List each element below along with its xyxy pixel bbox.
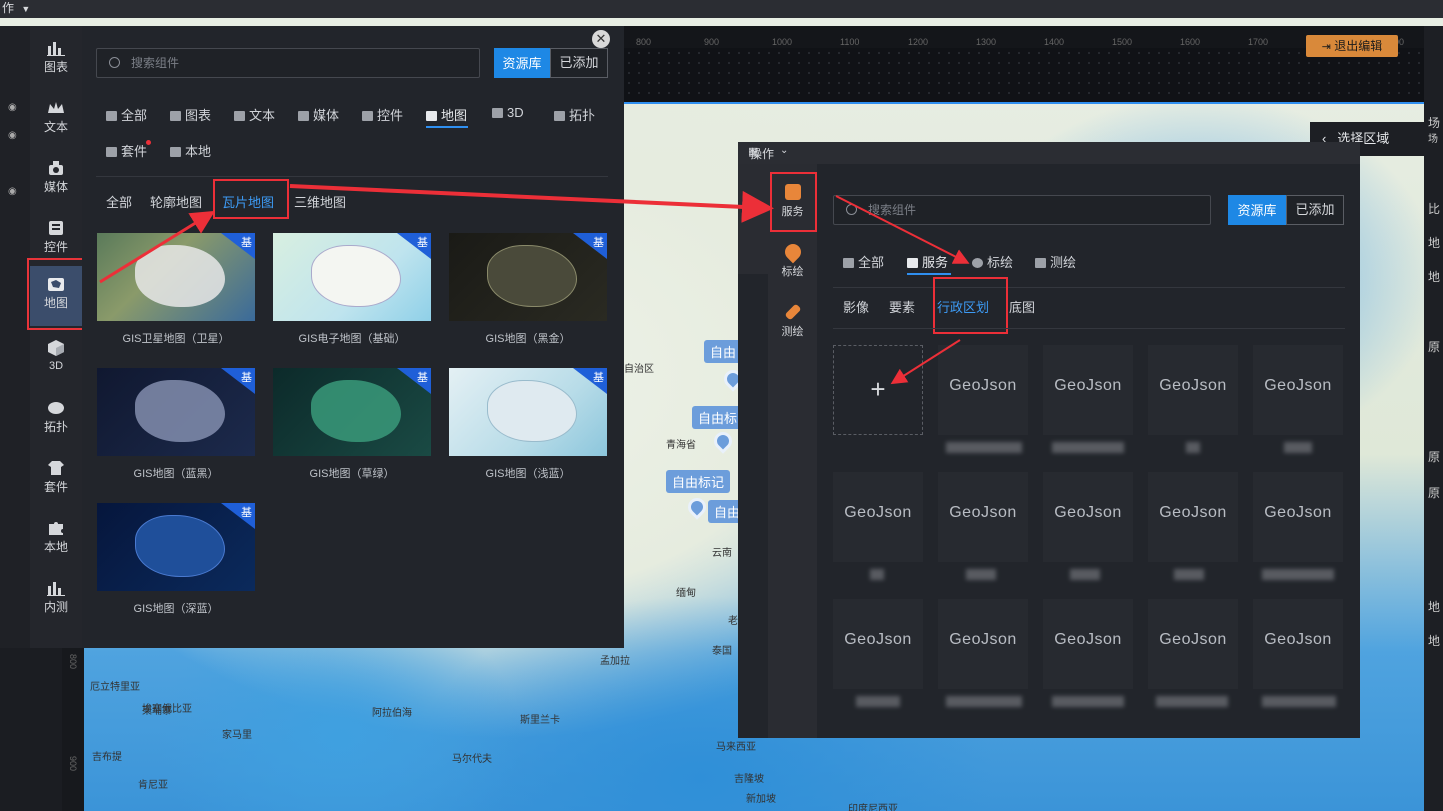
arrow-line [890,339,961,385]
arrow-line [289,184,774,223]
arrow-line [835,195,970,264]
arrow-line [99,210,216,284]
annotation-arrows [99,184,970,385]
